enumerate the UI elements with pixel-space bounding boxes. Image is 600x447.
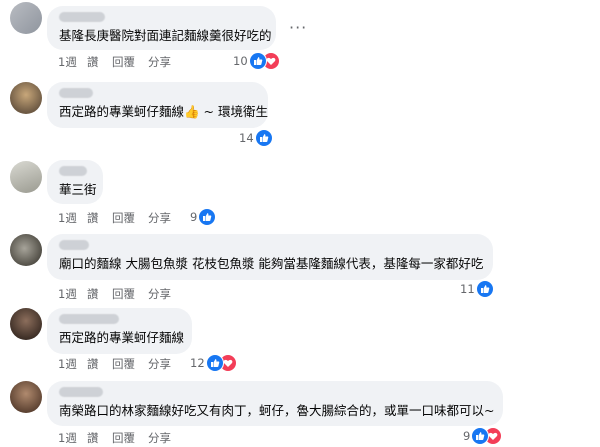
comment-bubble: 西定路的專業蚵仔麵線: [47, 308, 192, 354]
avatar[interactable]: [10, 308, 42, 340]
comment-text: 廟口的麵線 大腸包魚漿 花枝包魚漿 能夠當基隆麵線代表，基隆每一家都好吃: [59, 256, 484, 271]
share-link[interactable]: 分享: [148, 54, 171, 70]
timestamp[interactable]: 1週: [58, 286, 77, 302]
reaction-count: 12: [190, 356, 205, 370]
share-link[interactable]: 分享: [148, 430, 171, 446]
reaction-count: 9: [463, 429, 471, 443]
share-link[interactable]: 分享: [148, 286, 171, 302]
like-link[interactable]: 讚: [87, 210, 99, 226]
reaction-summary[interactable]: 9: [463, 427, 503, 445]
reply-link[interactable]: 回覆: [112, 286, 135, 302]
avatar[interactable]: [10, 2, 42, 34]
timestamp[interactable]: 1週: [58, 210, 77, 226]
comment-text: 西定路的專業蚵仔麵線👍 ~ 環境衛生: [59, 104, 268, 119]
comment-text: 基隆長庚醫院對面連記麵線羹很好吃的: [59, 28, 272, 43]
like-link[interactable]: 讚: [87, 356, 99, 372]
reaction-summary[interactable]: 12: [190, 354, 237, 372]
reaction-count: 9: [190, 210, 198, 224]
reply-link[interactable]: 回覆: [112, 210, 135, 226]
reaction-summary[interactable]: 11: [460, 280, 494, 298]
user-name[interactable]: [59, 387, 103, 397]
more-options-icon[interactable]: ···: [289, 18, 307, 37]
user-name[interactable]: [59, 314, 119, 324]
timestamp[interactable]: 1週: [58, 430, 77, 446]
timestamp[interactable]: 1週: [58, 356, 77, 372]
comment-text: 華三街: [59, 182, 97, 197]
share-link[interactable]: 分享: [148, 356, 171, 372]
reaction-count: 10: [233, 54, 248, 68]
user-name[interactable]: [59, 12, 105, 22]
reaction-summary[interactable]: 10: [233, 52, 280, 70]
like-reaction-icon: [475, 280, 494, 298]
reaction-summary[interactable]: 14: [239, 129, 273, 147]
like-link[interactable]: 讚: [87, 286, 99, 302]
avatar[interactable]: [10, 82, 42, 114]
reaction-count: 11: [460, 282, 475, 296]
like-reaction-icon: [254, 129, 273, 147]
reaction-count: 14: [239, 131, 254, 145]
reply-link[interactable]: 回覆: [112, 54, 135, 70]
comment-text: 西定路的專業蚵仔麵線: [59, 330, 185, 345]
avatar[interactable]: [10, 381, 42, 413]
reply-link[interactable]: 回覆: [112, 430, 135, 446]
comment-text: 南榮路口的林家麵線好吃又有肉丁，蚵仔，魯大腸綜合的，或單一口味都可以~: [59, 403, 495, 418]
like-link[interactable]: 讚: [87, 54, 99, 70]
user-name[interactable]: [59, 88, 93, 98]
like-reaction-icon: [205, 354, 224, 372]
user-name[interactable]: [59, 240, 89, 250]
comment-bubble: 廟口的麵線 大腸包魚漿 花枝包魚漿 能夠當基隆麵線代表，基隆每一家都好吃: [47, 234, 493, 280]
comment-bubble: 基隆長庚醫院對面連記麵線羹很好吃的: [47, 6, 276, 50]
avatar[interactable]: [10, 161, 42, 193]
comment-bubble: 南榮路口的林家麵線好吃又有肉丁，蚵仔，魯大腸綜合的，或單一口味都可以~: [47, 381, 503, 426]
timestamp[interactable]: 1週: [58, 54, 77, 70]
reply-link[interactable]: 回覆: [112, 356, 135, 372]
reaction-summary[interactable]: 9: [190, 208, 217, 226]
user-name[interactable]: [59, 166, 87, 176]
share-link[interactable]: 分享: [148, 210, 171, 226]
like-reaction-icon: [248, 52, 267, 70]
like-link[interactable]: 讚: [87, 430, 99, 446]
avatar[interactable]: [10, 234, 42, 266]
comment-bubble: 華三街: [47, 160, 103, 204]
comment-bubble: 西定路的專業蚵仔麵線👍 ~ 環境衛生: [47, 82, 268, 128]
like-reaction-icon: [198, 208, 217, 226]
